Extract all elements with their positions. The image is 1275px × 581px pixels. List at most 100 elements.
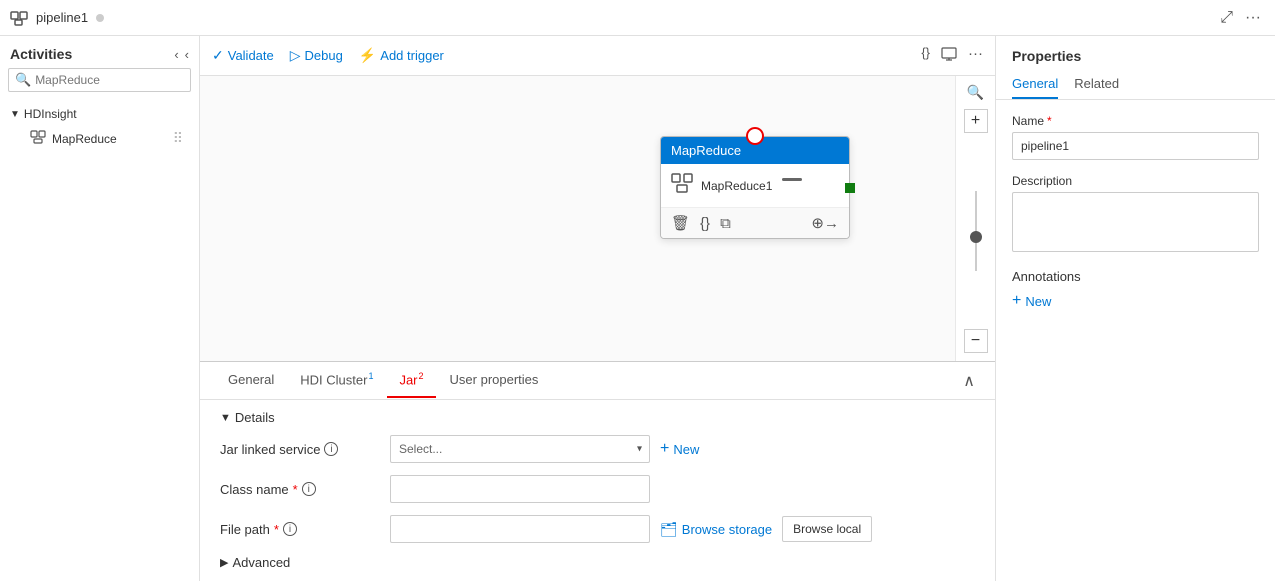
advanced-label: Advanced bbox=[232, 555, 290, 570]
zoom-controls: 🔍 + − bbox=[955, 76, 995, 361]
bottom-panel: General HDI Cluster1 Jar2 User propertie… bbox=[200, 361, 995, 581]
properties-title: Properties bbox=[996, 36, 1275, 70]
properties-panel: Properties General Related Name * Descri… bbox=[995, 36, 1275, 581]
browse-local-button[interactable]: Browse local bbox=[782, 516, 872, 542]
node-body-icon bbox=[671, 172, 693, 199]
jar-linked-service-label: Jar linked service i bbox=[220, 442, 380, 457]
browse-storage-button[interactable]: 🗂 Browse storage bbox=[660, 521, 772, 538]
validate-button[interactable]: ✓ Validate bbox=[212, 47, 274, 64]
name-required-star: * bbox=[1047, 114, 1052, 128]
node-copy-button[interactable]: ⧉ bbox=[720, 215, 731, 232]
node-code-button[interactable]: {} bbox=[700, 215, 710, 232]
properties-content: Name * Description Annotations + New bbox=[996, 100, 1275, 581]
details-label: Details bbox=[235, 410, 275, 425]
class-name-row: Class name * i bbox=[220, 475, 975, 503]
add-annotation-button[interactable]: + New bbox=[1012, 292, 1051, 310]
node-right-connector[interactable] bbox=[845, 183, 855, 193]
sidebar-header: Activities ‹ ‹ bbox=[0, 36, 199, 68]
collapse-panel-button[interactable]: ∧ bbox=[959, 367, 979, 395]
app-icon bbox=[10, 9, 28, 27]
more-options-icon[interactable]: ··· bbox=[968, 45, 983, 66]
tab-general[interactable]: General bbox=[216, 364, 286, 397]
class-name-required: * bbox=[293, 482, 298, 497]
advanced-section-header[interactable]: ▶ Advanced bbox=[220, 555, 975, 570]
zoom-slider[interactable] bbox=[975, 141, 977, 321]
canvas-container: ✓ Validate ▷ Debug ⚡ Add trigger {} bbox=[200, 36, 995, 581]
chevron-down-icon: ▼ bbox=[10, 109, 20, 120]
file-path-info-icon[interactable]: i bbox=[283, 522, 297, 536]
new-linked-service-button[interactable]: + New bbox=[660, 440, 699, 458]
code-icon[interactable]: {} bbox=[921, 45, 930, 66]
add-trigger-button[interactable]: ⚡ Add trigger bbox=[359, 47, 444, 64]
mapreduce-node[interactable]: MapReduce MapReduce1 🗑 bbox=[660, 136, 850, 239]
tab-user-properties[interactable]: User properties bbox=[438, 364, 551, 397]
canvas[interactable]: MapReduce MapReduce1 🗑 bbox=[200, 76, 995, 361]
zoom-in-button[interactable]: + bbox=[964, 109, 988, 133]
chevron-down-icon: ▼ bbox=[220, 412, 231, 424]
properties-tab-related[interactable]: Related bbox=[1074, 70, 1119, 99]
sidebar-title: Activities bbox=[10, 46, 72, 62]
class-name-info-icon[interactable]: i bbox=[302, 482, 316, 496]
search-box: 🔍 bbox=[8, 68, 191, 92]
activities-sidebar: Activities ‹ ‹ 🔍 ▼ HDInsight bbox=[0, 36, 200, 581]
tab-jar[interactable]: Jar2 bbox=[387, 363, 435, 397]
properties-tabs: General Related bbox=[996, 70, 1275, 100]
monitor-icon[interactable] bbox=[940, 45, 958, 66]
hdi-cluster-badge: 1 bbox=[368, 371, 373, 381]
node-actions: 🗑 {} ⧉ ⊕→ bbox=[661, 207, 849, 238]
plus-icon: + bbox=[660, 440, 669, 458]
expand-button[interactable]: ⤢ bbox=[1216, 5, 1237, 31]
node-label: MapReduce1 bbox=[701, 179, 772, 193]
trigger-icon: ⚡ bbox=[359, 47, 376, 64]
file-path-input[interactable] bbox=[390, 515, 650, 543]
node-top-connector[interactable] bbox=[746, 127, 764, 145]
validate-icon: ✓ bbox=[212, 47, 224, 64]
search-input[interactable] bbox=[35, 73, 184, 87]
file-path-row: File path * i 🗂 Browse storage Browse lo… bbox=[220, 515, 975, 543]
node-body: MapReduce1 bbox=[661, 164, 849, 207]
zoom-out-button[interactable]: − bbox=[964, 329, 988, 353]
tab-hdi-cluster[interactable]: HDI Cluster1 bbox=[288, 363, 385, 397]
details-section-header[interactable]: ▼ Details bbox=[220, 410, 975, 425]
debug-button[interactable]: ▷ Debug bbox=[290, 47, 343, 64]
sidebar-controls: ‹ ‹ bbox=[174, 47, 189, 62]
jar-badge: 2 bbox=[419, 371, 424, 381]
canvas-toolbar: ✓ Validate ▷ Debug ⚡ Add trigger {} bbox=[200, 36, 995, 76]
description-input[interactable] bbox=[1012, 192, 1259, 252]
sidebar-item-mapreduce-label: MapReduce bbox=[52, 132, 183, 146]
name-field-label: Name * bbox=[1012, 114, 1259, 128]
jar-linked-service-select-wrapper: Select... ▾ bbox=[390, 435, 650, 463]
chevron-right-icon: ▶ bbox=[220, 556, 228, 569]
hdinsight-group-header[interactable]: ▼ HDInsight bbox=[10, 104, 189, 124]
sidebar-collapse-icon[interactable]: ‹ bbox=[174, 47, 178, 62]
sidebar-item-mapreduce[interactable]: MapReduce ⠿ bbox=[10, 124, 189, 153]
toolbar-icons: {} ··· bbox=[921, 45, 983, 66]
topbar-more-button[interactable]: ··· bbox=[1241, 5, 1265, 31]
description-field-label: Description bbox=[1012, 174, 1259, 188]
node-connect-button[interactable]: ⊕→ bbox=[811, 214, 839, 232]
main-layout: Activities ‹ ‹ 🔍 ▼ HDInsight bbox=[0, 36, 1275, 581]
debug-icon: ▷ bbox=[290, 47, 301, 64]
plus-icon: + bbox=[1012, 292, 1021, 310]
connector-line bbox=[782, 178, 802, 181]
bottom-tabs: General HDI Cluster1 Jar2 User propertie… bbox=[200, 362, 995, 400]
jar-linked-service-row: Jar linked service i Select... ▾ + New bbox=[220, 435, 975, 463]
search-canvas-icon[interactable]: 🔍 bbox=[967, 84, 984, 101]
bottom-content: ▼ Details Jar linked service i Select...… bbox=[200, 400, 995, 581]
properties-tab-general[interactable]: General bbox=[1012, 70, 1058, 99]
search-icon: 🔍 bbox=[15, 72, 31, 88]
sidebar-collapse-icon2[interactable]: ‹ bbox=[185, 47, 189, 62]
annotations-section-title: Annotations bbox=[1012, 269, 1259, 284]
file-path-required: * bbox=[274, 522, 279, 537]
class-name-input[interactable] bbox=[390, 475, 650, 503]
hdinsight-group-label: HDInsight bbox=[24, 107, 77, 121]
top-bar: pipeline1 ⤢ ··· bbox=[0, 0, 1275, 36]
hdinsight-group: ▼ HDInsight MapReduce ⠿ bbox=[0, 100, 199, 157]
node-delete-button[interactable]: 🗑 bbox=[671, 214, 690, 232]
browse-storage-icon: 🗂 bbox=[660, 521, 678, 538]
name-input[interactable] bbox=[1012, 132, 1259, 160]
jar-linked-service-select[interactable]: Select... bbox=[390, 435, 650, 463]
pipeline-title: pipeline1 bbox=[36, 10, 88, 25]
jar-linked-service-info-icon[interactable]: i bbox=[324, 442, 338, 456]
drag-handle-icon: ⠿ bbox=[173, 130, 183, 147]
